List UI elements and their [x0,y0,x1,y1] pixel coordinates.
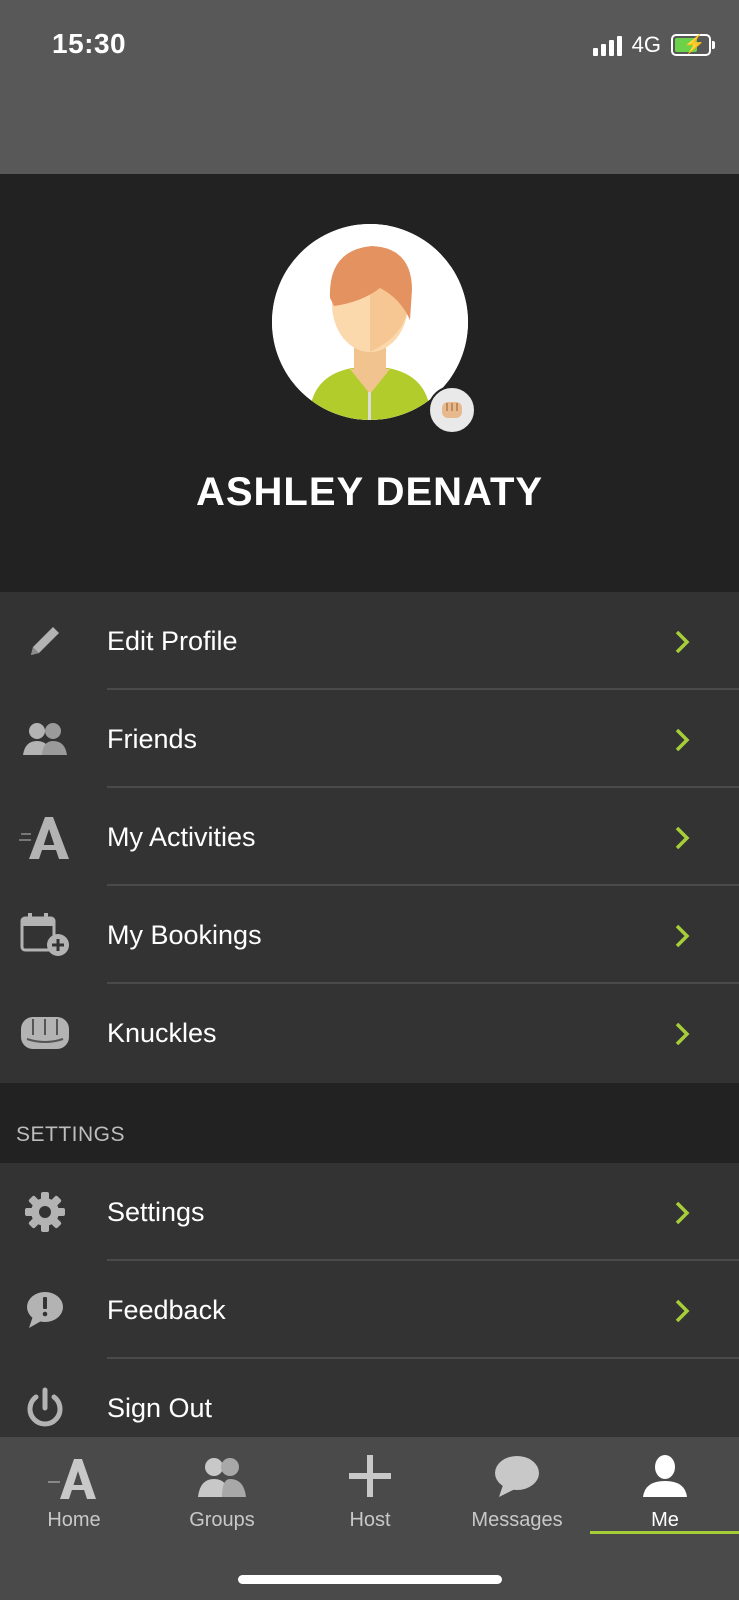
menu-item-label: Knuckles [107,1017,217,1048]
home-a-icon [48,1459,96,1499]
battery-icon: ⚡ [671,34,715,56]
chevron-right-icon [675,630,690,654]
fist-icon [14,1008,76,1058]
plus-icon [349,1455,391,1497]
signal-icon [592,34,622,56]
status-bar: 15:30 4G ⚡ [0,0,739,174]
menu-item-friends[interactable]: Friends [0,690,739,788]
settings-section-header: SETTINGS [0,1083,739,1163]
menu-item-knuckles[interactable]: Knuckles [0,984,739,1082]
chevron-right-icon [675,924,690,948]
status-time: 15:30 [52,28,127,59]
tab-label: Home [47,1509,101,1531]
tab-label: Me [651,1509,679,1531]
activities-icon [14,812,76,862]
pencil-icon [14,616,76,666]
menu-item-my-activities[interactable]: My Activities [0,788,739,886]
power-icon [14,1383,76,1433]
menu-item-label: My Activities [107,821,256,852]
groups-icon [198,1458,246,1497]
menu-item-label: Sign Out [107,1392,213,1423]
menu-item-label: Settings [107,1196,205,1227]
chevron-right-icon [675,1022,690,1046]
active-tab-indicator [590,1531,739,1534]
friends-icon [14,714,76,764]
tab-host[interactable]: Host [296,1437,444,1547]
calendar-add-icon [14,910,76,960]
menu-item-settings[interactable]: Settings [0,1163,739,1261]
tab-messages[interactable]: Messages [443,1437,591,1547]
menu-item-label: My Bookings [107,919,262,950]
tab-label: Groups [189,1509,255,1531]
profile-menu: Edit Profile Friends My Activities My Bo… [0,592,739,1082]
chevron-right-icon [675,826,690,850]
tab-label: Host [349,1509,391,1531]
chat-bubble-icon [495,1456,539,1497]
tab-home[interactable]: Home [0,1437,148,1547]
menu-item-label: Friends [107,723,198,754]
profile-name: ASHLEY DENATY [195,470,544,514]
feedback-icon [14,1285,76,1335]
status-indicators: 4G ⚡ [592,32,715,58]
menu-item-label: Feedback [107,1294,226,1325]
menu-item-label: Edit Profile [107,625,238,656]
person-icon [643,1455,687,1497]
section-title: SETTINGS [16,1123,126,1146]
chevron-right-icon [675,728,690,752]
network-type: 4G [631,32,661,57]
menu-item-feedback[interactable]: Feedback [0,1261,739,1359]
knuckles-badge-icon [428,386,476,434]
settings-menu: Settings Feedback Sign Out [0,1163,739,1457]
profile-header: ASHLEY DENATY [0,174,739,592]
chevron-right-icon [675,1299,690,1323]
gear-icon [14,1187,76,1237]
chevron-right-icon [675,1201,690,1225]
menu-item-my-bookings[interactable]: My Bookings [0,886,739,984]
home-indicator[interactable] [238,1575,502,1584]
tab-label: Messages [471,1509,563,1531]
tab-groups[interactable]: Groups [148,1437,296,1547]
menu-item-edit-profile[interactable]: Edit Profile [0,592,739,690]
